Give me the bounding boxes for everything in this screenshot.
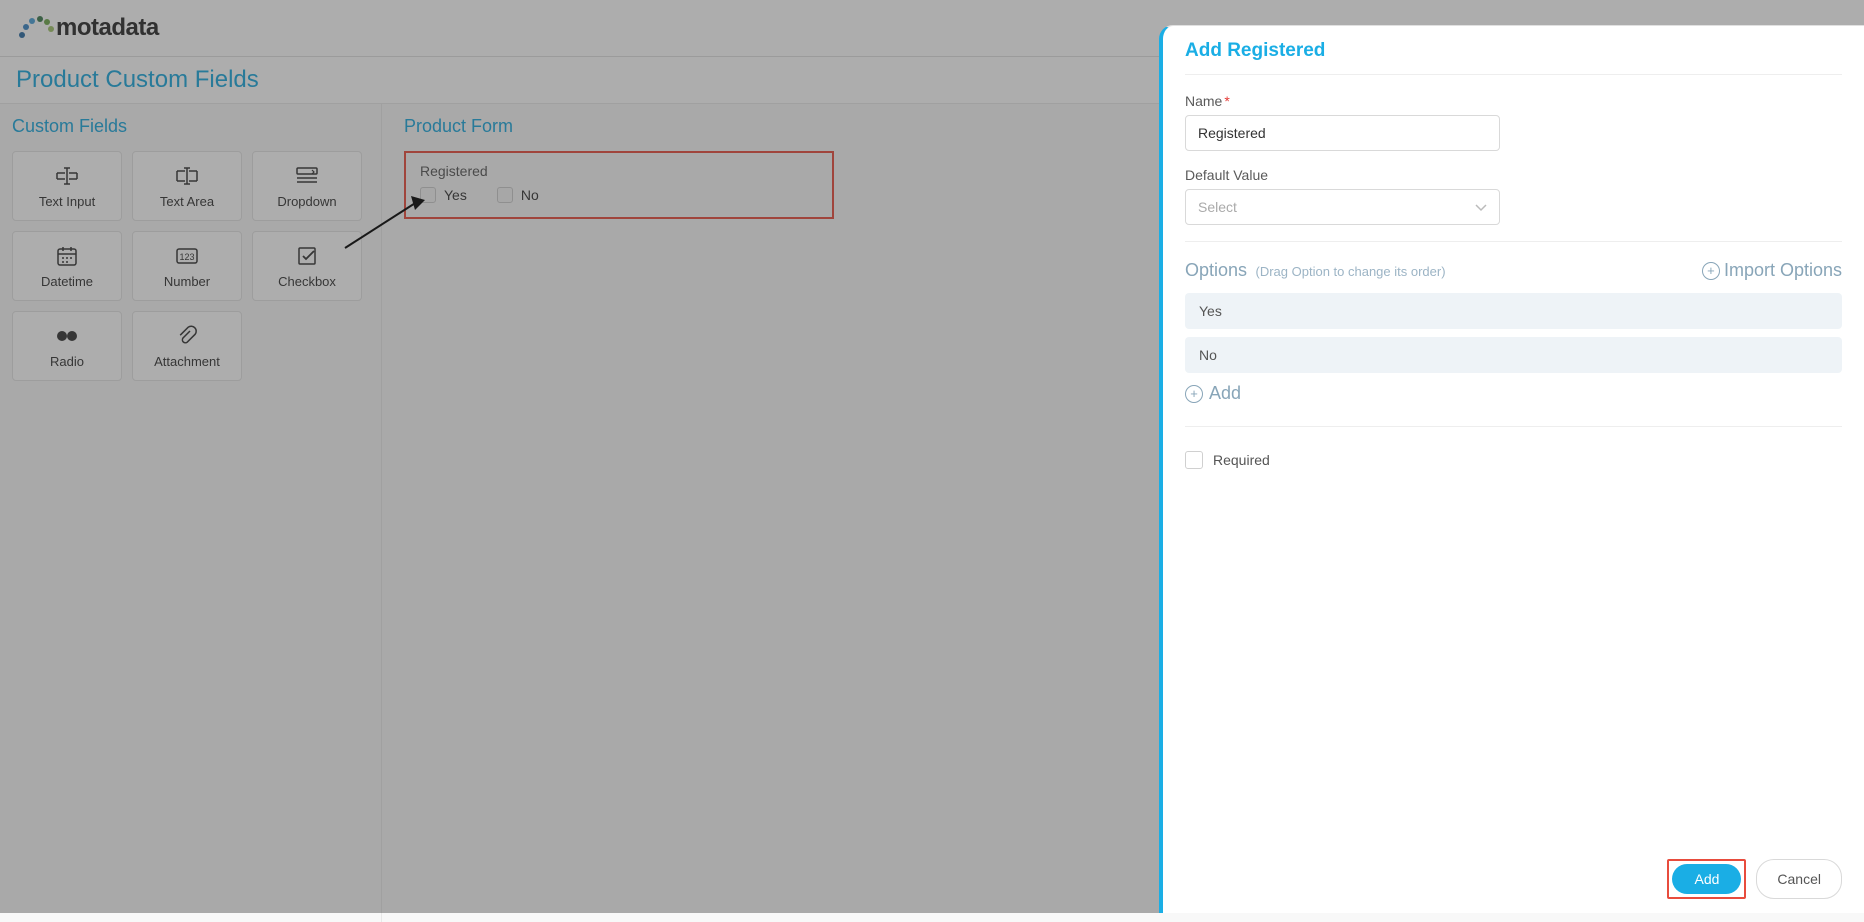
add-option-label: Add bbox=[1209, 383, 1241, 404]
footer-highlight: Add bbox=[1667, 859, 1746, 899]
options-hint: (Drag Option to change its order) bbox=[1256, 264, 1446, 279]
option-label: Yes bbox=[1199, 303, 1222, 319]
name-input[interactable] bbox=[1185, 115, 1500, 151]
import-options-link[interactable]: + Import Options bbox=[1702, 260, 1842, 281]
plus-circle-icon: + bbox=[1702, 262, 1720, 280]
option-label: No bbox=[1199, 347, 1217, 363]
add-button[interactable]: Add bbox=[1672, 864, 1741, 894]
cancel-button[interactable]: Cancel bbox=[1756, 859, 1842, 899]
add-registered-panel: Add Registered Name* Default Value Selec… bbox=[1159, 25, 1864, 913]
option-row-no[interactable]: No bbox=[1185, 337, 1842, 373]
required-checkbox[interactable] bbox=[1185, 451, 1203, 469]
required-label: Required bbox=[1213, 452, 1270, 468]
options-title: Options bbox=[1185, 260, 1247, 280]
option-row-yes[interactable]: Yes bbox=[1185, 293, 1842, 329]
side-panel-title: Add Registered bbox=[1185, 40, 1842, 62]
chevron-down-icon bbox=[1475, 199, 1487, 215]
plus-circle-icon: + bbox=[1185, 385, 1203, 403]
default-value-select[interactable]: Select bbox=[1185, 189, 1500, 225]
import-options-label: Import Options bbox=[1724, 260, 1842, 281]
name-label-text: Name bbox=[1185, 93, 1222, 109]
default-value-label: Default Value bbox=[1185, 167, 1842, 183]
select-placeholder: Select bbox=[1198, 199, 1237, 215]
add-option-button[interactable]: + Add bbox=[1185, 383, 1842, 404]
name-label: Name* bbox=[1185, 93, 1842, 109]
